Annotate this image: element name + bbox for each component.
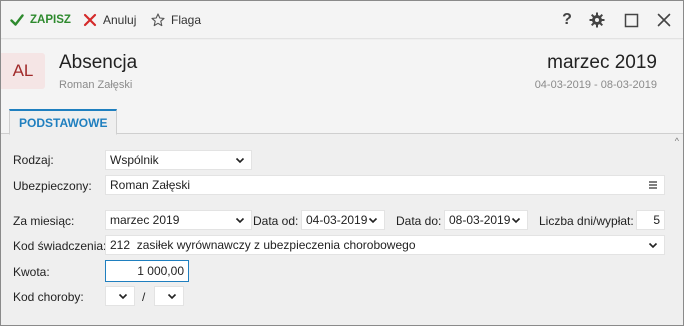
za-miesiac-label: Za miesiąc: (13, 214, 75, 228)
rodzaj-value: Wspólnik (110, 153, 159, 167)
rodzaj-select[interactable]: Wspólnik (105, 150, 252, 170)
ubezpieczony-label: Ubezpieczony: (13, 179, 92, 193)
toolbar: ZAPISZ Anuluj Flaga ? (1, 1, 683, 39)
kod-choroby-select-1[interactable] (105, 286, 135, 306)
flag-button[interactable]: Flaga (151, 11, 201, 29)
ubezpieczony-field[interactable]: Roman Załęski (105, 175, 665, 195)
kod-swiadczenia-select[interactable]: 212 zasiłek wyrównawczy z ubezpieczenia … (105, 235, 665, 255)
kod-choroby-label: Kod choroby: (13, 290, 84, 304)
kod-swiadczenia-label: Kod świadczenia: (13, 239, 107, 253)
maximize-icon[interactable] (621, 10, 641, 30)
avatar: AL (1, 53, 45, 89)
close-icon[interactable] (654, 10, 674, 30)
menu-lines-icon[interactable] (649, 181, 657, 189)
tab-bar: PODSTAWOWE (1, 102, 683, 135)
liczba-dni-value: 5 (653, 213, 660, 227)
form-panel: ^ Rodzaj: Wspólnik Ubezpieczony: Roman Z… (1, 134, 683, 325)
cancel-button[interactable]: Anuluj (83, 11, 136, 29)
flag-label: Flaga (171, 13, 202, 27)
help-label: ? (562, 11, 572, 28)
data-do-label: Data do: (396, 214, 442, 228)
kwota-value: 1 000,00 (137, 264, 184, 278)
kod-swiadczenia-value: 212 zasiłek wyrównawczy z ubezpieczenia … (110, 238, 416, 252)
document-header: AL Absencja Roman Załęski marzec 2019 04… (1, 40, 683, 102)
period-range: 04-03-2019 - 08-03-2019 (534, 79, 657, 91)
za-miesiac-value: marzec 2019 (110, 213, 180, 227)
save-button[interactable]: ZAPISZ (10, 11, 71, 29)
kod-choroby-separator: / (142, 290, 146, 304)
data-do-value: 08-03-2019 (449, 213, 511, 227)
chevron-down-icon (648, 242, 658, 249)
kwota-input[interactable]: 1 000,00 (105, 260, 189, 282)
save-label: ZAPISZ (30, 14, 71, 26)
employee-name: Roman Załęski (59, 79, 133, 91)
chevron-down-icon (167, 293, 177, 300)
data-do-picker[interactable]: 08-03-2019 (444, 210, 528, 230)
za-miesiac-select[interactable]: marzec 2019 (105, 210, 252, 230)
data-od-picker[interactable]: 04-03-2019 (301, 210, 385, 230)
kwota-label: Kwota: (13, 265, 50, 279)
tab-podstawowe[interactable]: PODSTAWOWE (9, 109, 118, 135)
kod-choroby-select-2[interactable] (154, 286, 184, 306)
page-title: Absencja (59, 52, 138, 73)
cancel-label: Anuluj (103, 13, 137, 27)
help-icon[interactable]: ? (557, 10, 577, 30)
chevron-down-icon (235, 157, 245, 164)
absence-window: ZAPISZ Anuluj Flaga ? AL Absencja Roman … (0, 0, 684, 326)
liczba-dni-label: Liczba dni/wypłat: (539, 214, 634, 228)
scroll-up-icon[interactable]: ^ (675, 136, 679, 146)
data-od-label: Data od: (253, 214, 299, 228)
chevron-down-icon (235, 217, 245, 224)
check-icon (10, 14, 24, 26)
period-title: marzec 2019 (547, 52, 657, 73)
chevron-down-icon (118, 293, 128, 300)
x-icon (83, 13, 97, 27)
chevron-down-icon (511, 217, 521, 224)
gear-icon[interactable] (587, 10, 607, 30)
liczba-dni-field[interactable]: 5 (636, 210, 665, 230)
rodzaj-label: Rodzaj: (13, 153, 54, 167)
ubezpieczony-value: Roman Załęski (110, 178, 191, 192)
data-od-value: 04-03-2019 (306, 213, 368, 227)
chevron-down-icon (368, 217, 378, 224)
star-icon (151, 13, 165, 27)
